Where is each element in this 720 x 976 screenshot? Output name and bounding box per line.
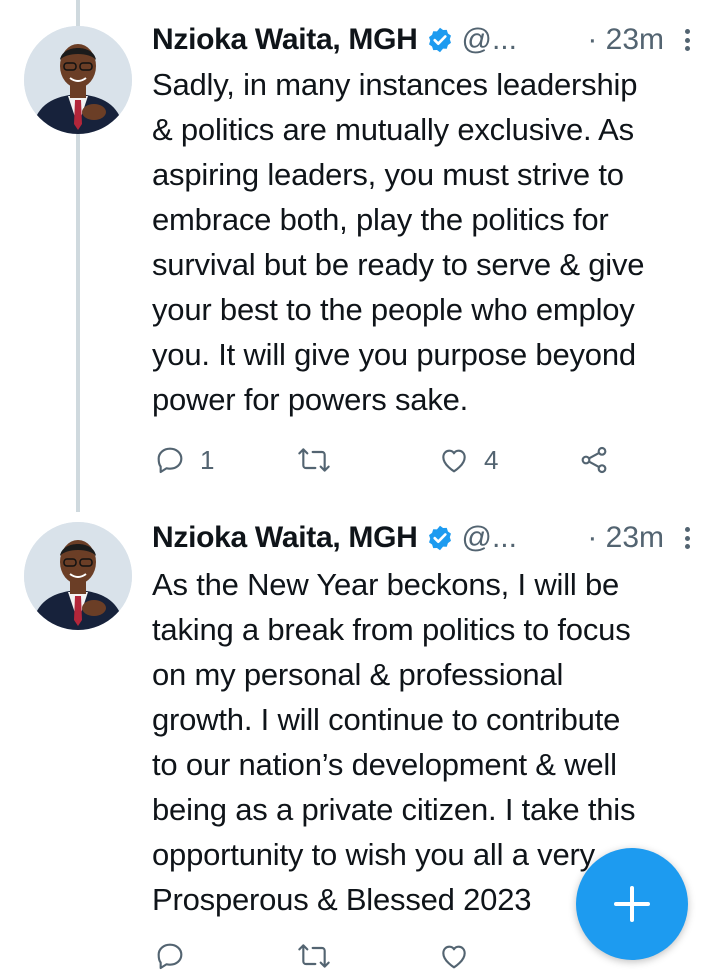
more-options-icon[interactable] (678, 523, 696, 553)
tweet[interactable]: Nzioka Waita, MGH @... · 23m Sadly, in m… (0, 0, 720, 512)
like-button[interactable]: 4 (438, 440, 498, 480)
reply-count: 1 (200, 444, 215, 475)
avatar[interactable] (24, 522, 132, 630)
tweet-header: Nzioka Waita, MGH @... · 23m (152, 18, 696, 62)
tweet-timestamp[interactable]: · 23m (587, 23, 664, 57)
verified-badge-icon (426, 26, 454, 54)
tweet-actions: 1 4 (152, 440, 696, 480)
retweet-button[interactable] (296, 440, 346, 480)
author-handle[interactable]: @... (462, 23, 517, 57)
like-icon (442, 449, 466, 473)
tweet-header: Nzioka Waita, MGH @... · 23m (152, 516, 696, 560)
compose-plus-icon (614, 886, 650, 922)
verified-badge-icon (426, 524, 454, 552)
tweet-text: Sadly, in many instances leadership & po… (152, 67, 645, 417)
author-name[interactable]: Nzioka Waita, MGH (152, 521, 418, 555)
share-button[interactable] (578, 440, 610, 480)
more-options-icon[interactable] (678, 25, 696, 55)
like-count: 4 (484, 444, 499, 475)
compose-tweet-button[interactable] (576, 848, 688, 960)
like-button[interactable] (438, 936, 470, 976)
reply-button[interactable] (154, 936, 186, 976)
author-name[interactable]: Nzioka Waita, MGH (152, 23, 418, 57)
tweet-timestamp[interactable]: · 23m (587, 521, 664, 555)
retweet-icon (298, 448, 330, 472)
share-icon (581, 446, 607, 474)
like-icon (442, 945, 466, 969)
author-handle[interactable]: @... (462, 521, 517, 555)
reply-button[interactable]: 1 (154, 440, 214, 480)
reply-icon (157, 447, 183, 474)
retweet-button[interactable] (296, 936, 332, 976)
reply-icon (157, 943, 183, 970)
retweet-icon (298, 944, 330, 968)
avatar[interactable] (24, 26, 132, 134)
